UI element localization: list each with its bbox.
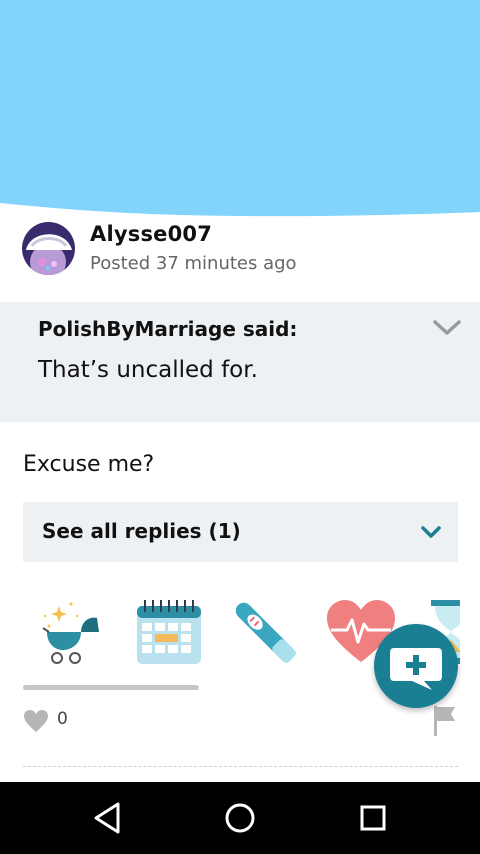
post-timestamp: Posted 37 minutes ago [90,253,297,274]
avatar[interactable] [22,222,75,275]
post-author-name[interactable]: Alysse007 [90,222,212,246]
back-icon[interactable] [88,800,128,836]
divider [23,766,458,767]
flag-icon[interactable] [432,704,458,736]
heart-icon [24,710,48,732]
hero-banner [0,0,480,217]
system-navigation-bar [0,782,480,854]
quoted-message: PolishByMarriage said: That’s uncalled f… [0,302,480,422]
calendar-icon[interactable] [133,596,205,668]
see-all-replies-label: See all replies (1) [42,519,241,543]
baby-stroller-icon[interactable] [37,596,109,668]
chevron-down-icon[interactable] [432,318,462,338]
post-header: Alysse007 Posted 37 minutes ago [22,222,462,282]
recents-icon[interactable] [353,800,393,836]
pregnancy-test-icon[interactable] [229,596,301,668]
home-icon[interactable] [220,800,260,836]
add-comment-button[interactable] [374,624,458,708]
sticker-scrollbar[interactable] [23,685,199,690]
quote-author: PolishByMarriage said: [38,317,298,341]
like-button[interactable]: 0 [23,707,83,735]
add-comment-icon [390,648,442,690]
quote-text: That’s uncalled for. [38,357,258,383]
like-count: 0 [57,709,68,729]
see-all-replies-button[interactable]: See all replies (1) [23,502,458,562]
reply-text: Excuse me? [23,452,155,477]
chevron-down-icon [421,526,441,538]
